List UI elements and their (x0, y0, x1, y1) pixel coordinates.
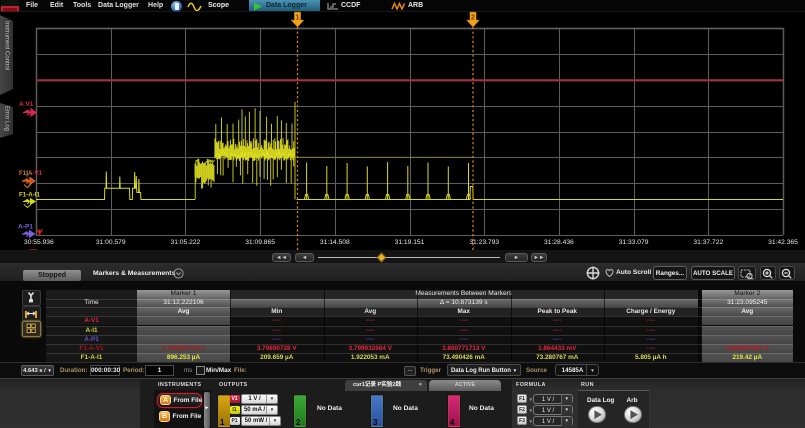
svg-text:31:14.508: 31:14.508 (320, 239, 350, 246)
svg-text:A V1: A V1 (19, 101, 34, 108)
svg-text:30:55.936: 30:55.936 (24, 239, 54, 246)
svg-text:F1-A-I1: F1-A-I1 (19, 192, 41, 199)
svg-text:31:19.151: 31:19.151 (395, 239, 425, 246)
svg-text:31:09.865: 31:09.865 (245, 239, 275, 246)
svg-text:31:23.793: 31:23.793 (469, 239, 499, 246)
svg-text:A-P1: A-P1 (18, 224, 33, 231)
svg-text:31:42.365: 31:42.365 (768, 239, 798, 246)
svg-text:31:37.722: 31:37.722 (693, 239, 723, 246)
svg-text:31:28.436: 31:28.436 (544, 239, 574, 246)
svg-text:1: 1 (296, 15, 300, 22)
svg-text:2: 2 (471, 15, 475, 22)
svg-text:31:00.579: 31:00.579 (96, 239, 126, 246)
svg-text:31:05.222: 31:05.222 (171, 239, 201, 246)
svg-text:F1|A-V1: F1|A-V1 (19, 170, 43, 177)
svg-text:31:33.079: 31:33.079 (619, 239, 649, 246)
